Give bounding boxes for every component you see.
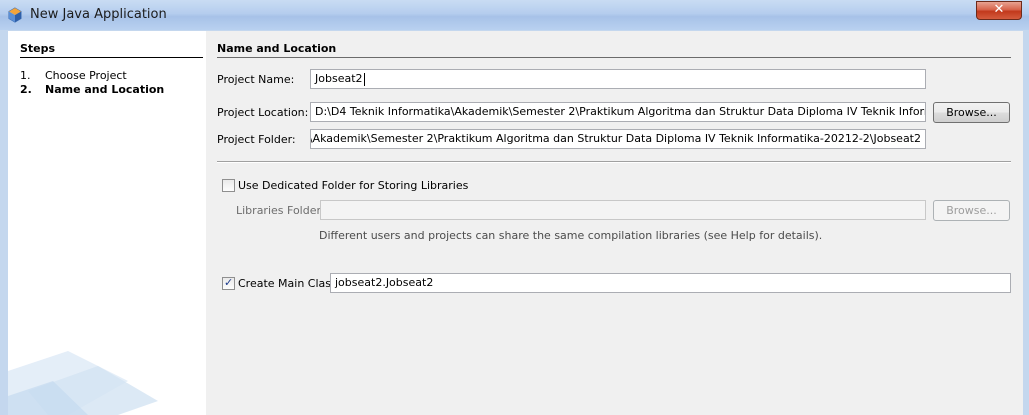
project-location-input[interactable]: D:\D4 Teknik Informatika\Akademik\Semest…: [310, 102, 926, 122]
libraries-folder-label: Libraries Folder:: [236, 204, 325, 217]
step-label: Choose Project: [45, 69, 127, 82]
browse-libraries-button[interactable]: Browse...: [933, 200, 1010, 221]
main-class-input[interactable]: jobseat2.Jobseat2: [330, 273, 1011, 293]
steps-decoration-graphic: [8, 351, 158, 415]
java-app-icon: [8, 7, 22, 23]
section-divider: [217, 57, 1011, 58]
steps-divider: [20, 57, 203, 58]
project-name-label: Project Name:: [217, 73, 295, 86]
step-name-and-location: 2. Name and Location: [20, 83, 164, 96]
section-separator: [217, 161, 1011, 163]
dedicated-folder-checkbox[interactable]: [222, 179, 235, 192]
title-bar[interactable]: New Java Application ✕: [0, 0, 1029, 31]
dedicated-folder-label[interactable]: Use Dedicated Folder for Storing Librari…: [238, 179, 468, 192]
libraries-hint-text: Different users and projects can share t…: [319, 229, 823, 242]
close-icon: ✕: [993, 2, 1005, 17]
step-choose-project: 1. Choose Project: [20, 69, 127, 82]
steps-panel: Steps 1. Choose Project 2. Name and Locati…: [8, 31, 206, 415]
name-and-location-panel: Name and Location Project Name: Jobseat2…: [206, 31, 1023, 415]
step-number: 2.: [20, 83, 32, 96]
step-label: Name and Location: [45, 83, 165, 96]
window-title: New Java Application: [30, 7, 167, 22]
project-location-label: Project Location:: [217, 106, 309, 119]
section-title: Name and Location: [217, 42, 337, 55]
checkmark-icon: ✓: [224, 276, 234, 289]
step-number: 1.: [20, 69, 31, 82]
create-main-class-label[interactable]: Create Main Class: [238, 277, 337, 290]
text-caret: [363, 72, 365, 86]
project-name-value: Jobseat2: [315, 72, 363, 85]
browse-location-button[interactable]: Browse...: [933, 102, 1010, 123]
close-button[interactable]: ✕: [976, 1, 1022, 20]
libraries-folder-input[interactable]: [320, 200, 926, 220]
create-main-class-checkbox[interactable]: ✓: [222, 276, 235, 290]
project-folder-input[interactable]: knik Informatika\Akademik\Semester 2\Pra…: [310, 129, 926, 149]
project-folder-value: knik Informatika\Akademik\Semester 2\Pra…: [311, 132, 921, 145]
steps-title: Steps: [20, 42, 56, 55]
project-name-input[interactable]: Jobseat2: [310, 69, 926, 89]
project-folder-label: Project Folder:: [217, 133, 296, 146]
